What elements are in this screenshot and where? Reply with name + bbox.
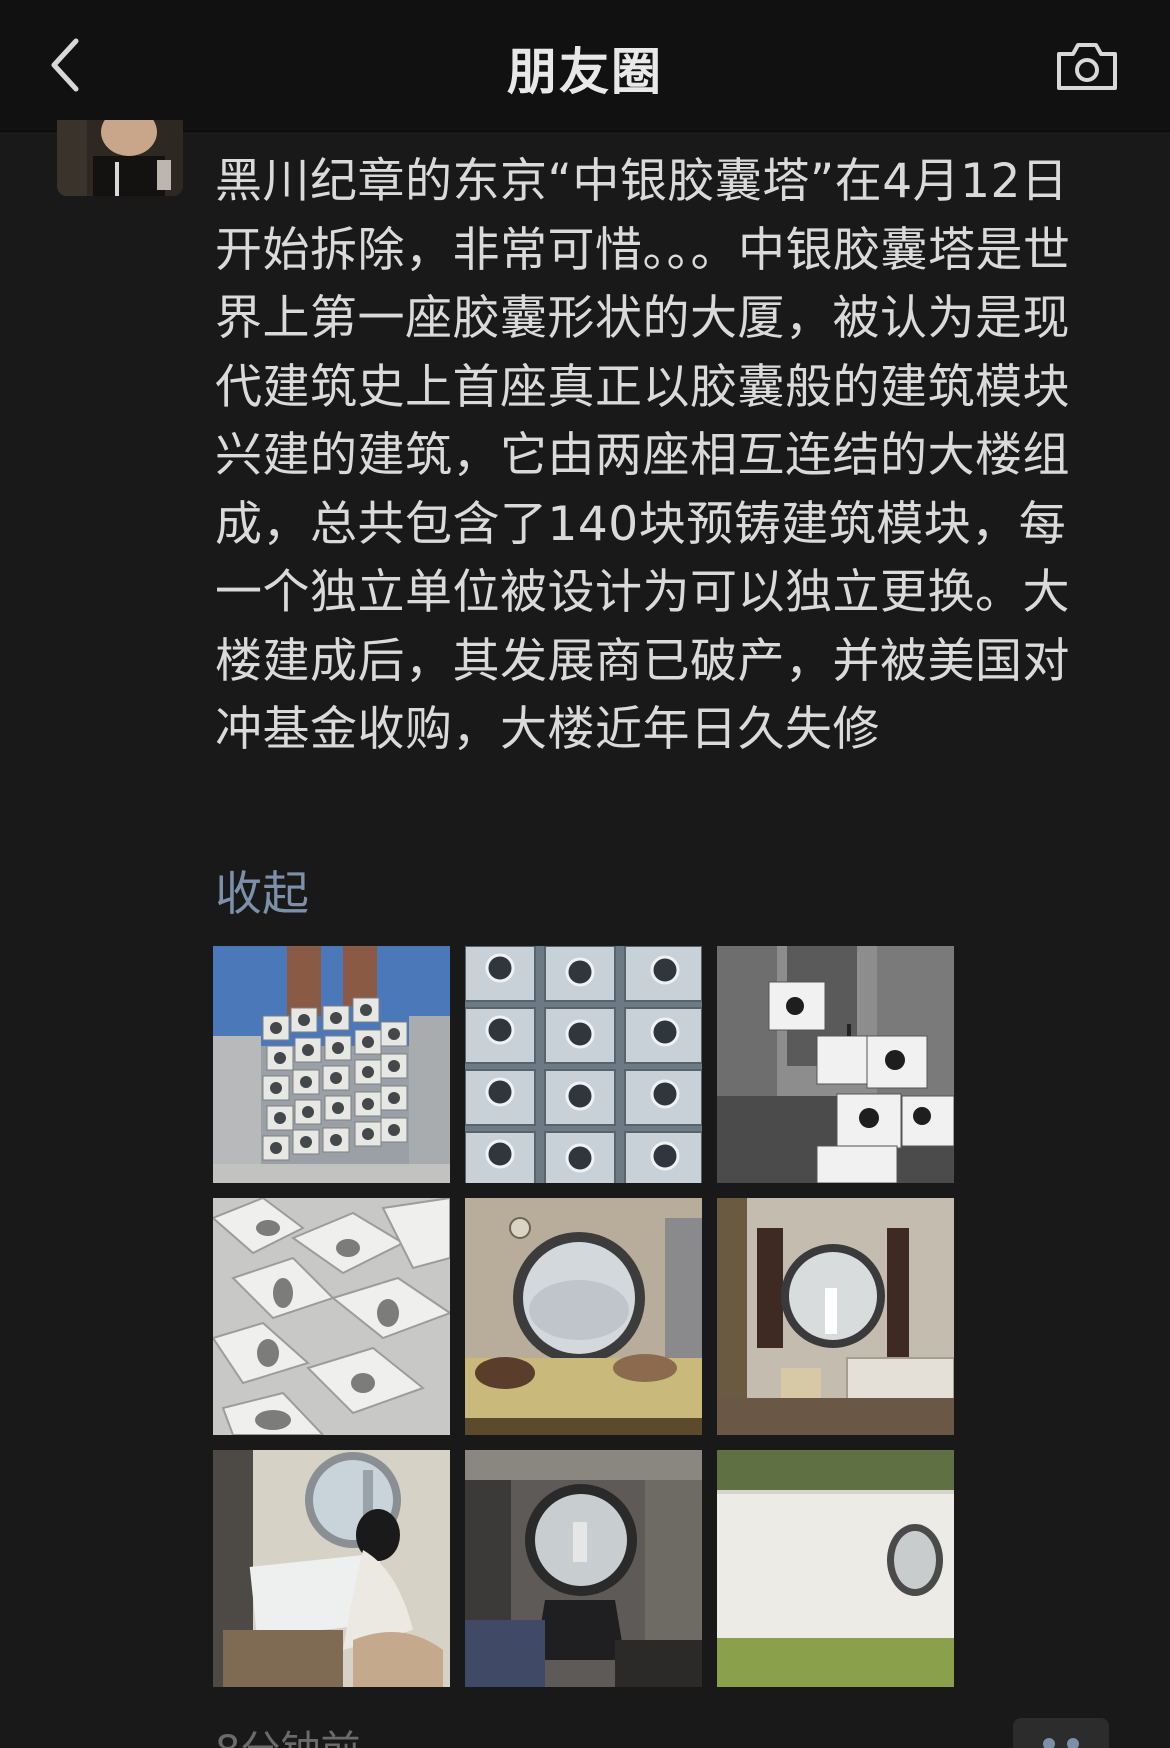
post-text: 黑川纪章的东京“中银胶囊塔”在4月12日开始拆除，非常可惜。。。中银胶囊塔是世界…	[215, 154, 1071, 757]
photo-9[interactable]	[717, 1450, 954, 1687]
page-title: 朋友圈	[507, 43, 663, 101]
post-timestamp: 8分钟前	[215, 1718, 360, 1748]
nav-bar: 朋友圈	[0, 0, 1170, 132]
photo-1[interactable]	[213, 946, 450, 1183]
photo-4[interactable]	[213, 1198, 450, 1435]
more-icon-dot	[1067, 1738, 1079, 1748]
photo-6[interactable]	[717, 1198, 954, 1435]
photo-grid	[213, 946, 955, 1688]
photo-7[interactable]	[213, 1450, 450, 1687]
avatar-image	[57, 120, 183, 196]
photo-2[interactable]	[465, 946, 702, 1183]
photo-5[interactable]	[465, 1198, 702, 1435]
camera-icon	[1057, 43, 1117, 90]
photo-3[interactable]	[717, 946, 954, 1183]
camera-button[interactable]	[1052, 36, 1122, 96]
collapse-link[interactable]: 收起	[215, 855, 309, 924]
avatar[interactable]	[57, 120, 183, 196]
more-actions-button[interactable]	[1013, 1718, 1109, 1748]
moments-page: 朋友圈 黑川纪章的东京“中银胶囊塔”在4月12日开始拆除，非常可惜。。。中银胶囊…	[0, 0, 1170, 1748]
more-icon-dot	[1043, 1738, 1055, 1748]
photo-8[interactable]	[465, 1450, 702, 1687]
